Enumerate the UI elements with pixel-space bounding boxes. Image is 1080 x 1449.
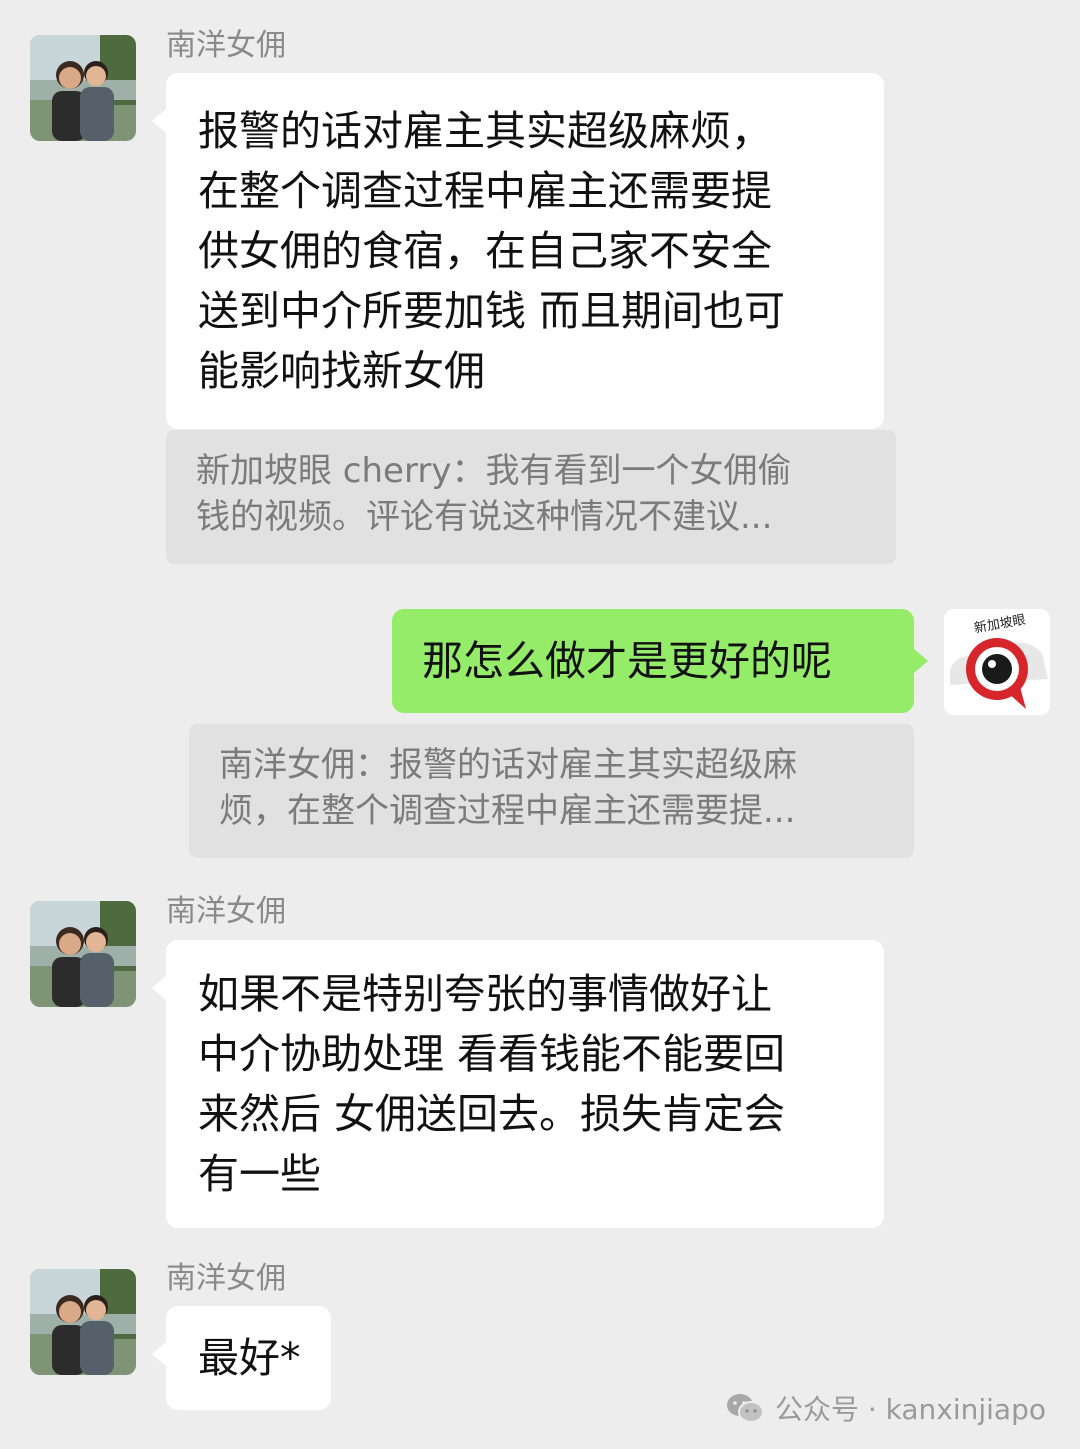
message-bubble-own[interactable]: 那怎么做才是更好的呢 — [392, 609, 928, 713]
message-text-line: 能影响找新女佣 — [198, 347, 485, 395]
watermark: 公众号 · kanxinjiapo — [725, 1388, 1046, 1428]
message-text-line: 报警的话对雇主其实超级麻烦， — [198, 107, 772, 155]
message-text-line: 如果不是特别夸张的事情做好让 — [198, 970, 772, 1018]
message-bubble[interactable]: 报警的话对雇主其实超级麻烦， 在整个调查过程中雇主还需要提 供女佣的食宿，在自己… — [152, 73, 884, 429]
quoted-reply[interactable]: 新加坡眼 cherry：我有看到一个女佣偷 钱的视频。评论有说这种情况不建议..… — [166, 430, 896, 564]
avatar[interactable] — [30, 35, 136, 141]
avatar[interactable] — [30, 1269, 136, 1375]
sender-name: 南洋女佣 — [166, 28, 286, 63]
own-avatar[interactable]: 新加坡眼 — [944, 609, 1050, 715]
quote-text-line: 南洋女佣：报警的话对雇主其实超级麻 — [219, 745, 797, 785]
sender-name: 南洋女佣 — [166, 1261, 286, 1296]
quoted-reply[interactable]: 南洋女佣：报警的话对雇主其实超级麻 烦，在整个调查过程中雇主还需要提... — [189, 724, 914, 858]
message-bubble[interactable]: 如果不是特别夸张的事情做好让 中介协助处理 看看钱能不能要回 来然后 女佣送回去… — [152, 940, 884, 1228]
avatar[interactable] — [30, 901, 136, 1007]
message-text-line: 中介协助处理 看看钱能不能要回 — [198, 1030, 786, 1078]
quote-text-line: 新加坡眼 cherry：我有看到一个女佣偷 — [196, 451, 792, 491]
message-text: 那怎么做才是更好的呢 — [422, 637, 832, 685]
quote-text-line: 钱的视频。评论有说这种情况不建议... — [196, 497, 773, 537]
message-text-line: 在整个调查过程中雇主还需要提 — [198, 167, 772, 215]
message-text-line: 有一些 — [198, 1150, 321, 1198]
message-text: 最好* — [198, 1334, 301, 1382]
message-text-line: 供女佣的食宿，在自己家不安全 — [198, 227, 772, 275]
wechat-icon — [725, 1392, 765, 1424]
message-bubble[interactable]: 最好* — [152, 1306, 331, 1410]
sender-name: 南洋女佣 — [166, 894, 286, 929]
quote-text-line: 烦，在整个调查过程中雇主还需要提... — [219, 791, 796, 831]
watermark-text: 公众号 · kanxinjiapo — [774, 1393, 1046, 1426]
message-text-line: 送到中介所要加钱 而且期间也可 — [198, 287, 786, 335]
message-text-line: 来然后 女佣送回去。损失肯定会 — [198, 1090, 786, 1138]
